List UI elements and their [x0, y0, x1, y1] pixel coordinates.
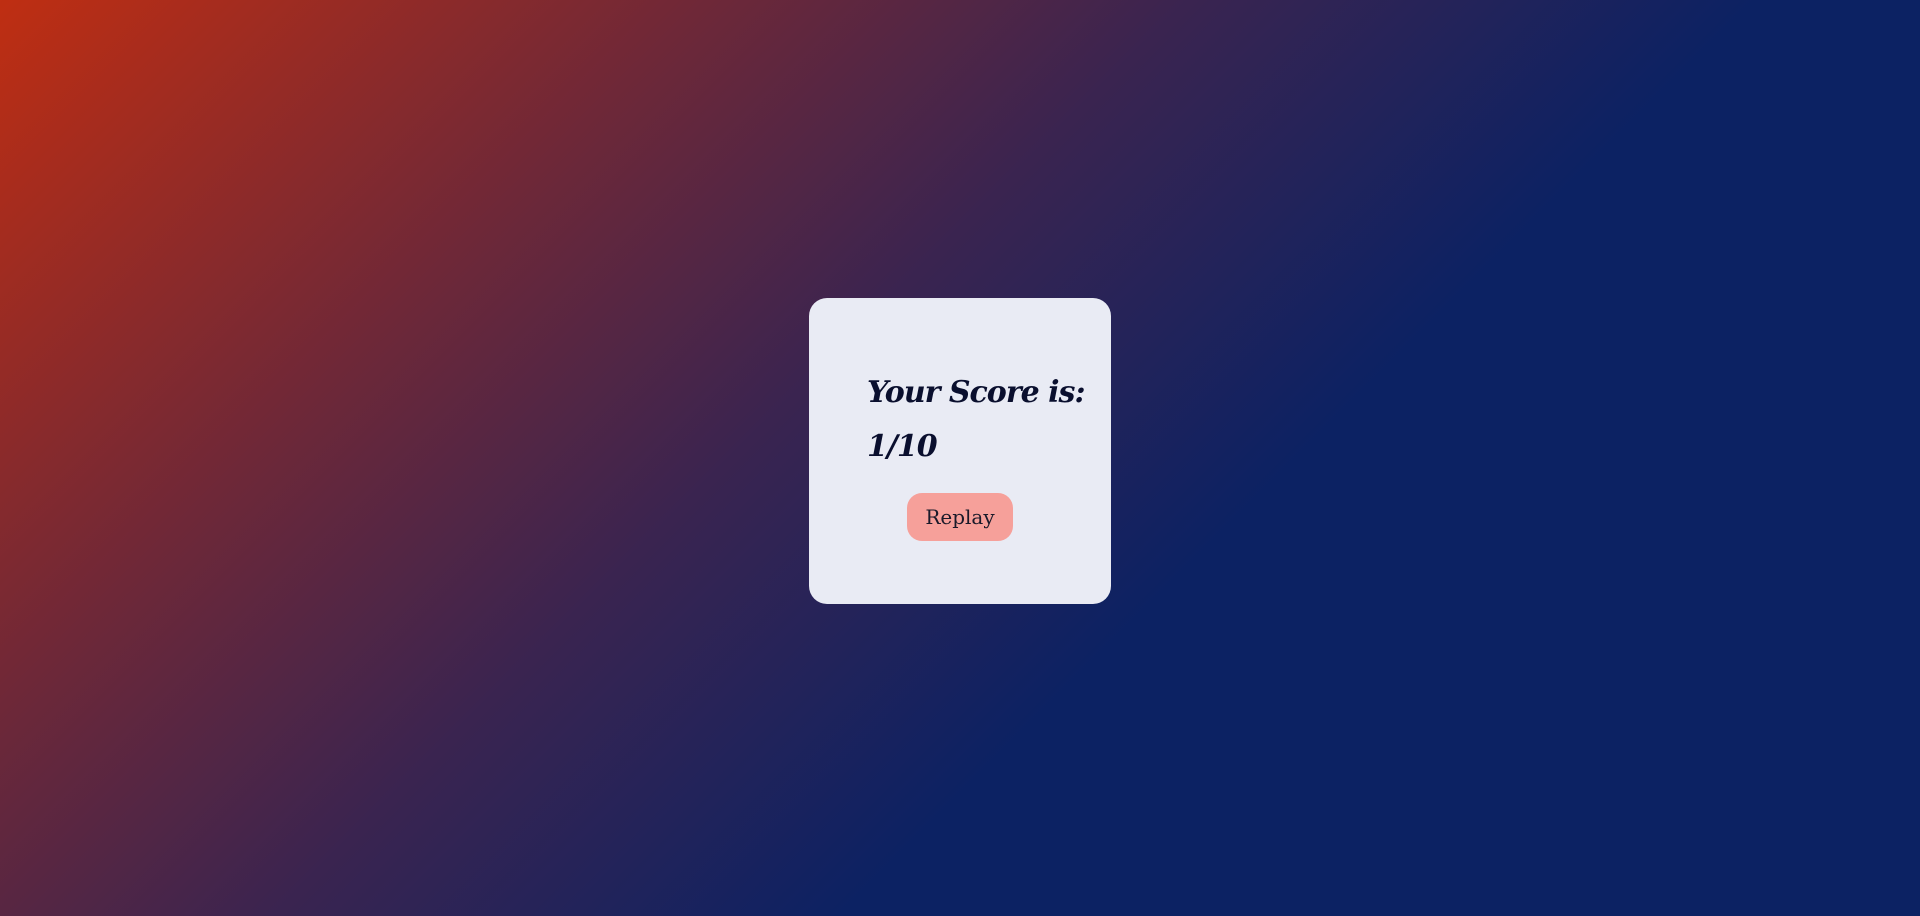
- score-heading: Your Score is: 1/10: [867, 366, 1087, 474]
- score-card: Your Score is: 1/10 Replay: [809, 298, 1111, 604]
- replay-button[interactable]: Replay: [907, 493, 1013, 541]
- score-label: Your Score is:: [867, 375, 1086, 410]
- score-value: 1/10: [867, 429, 938, 464]
